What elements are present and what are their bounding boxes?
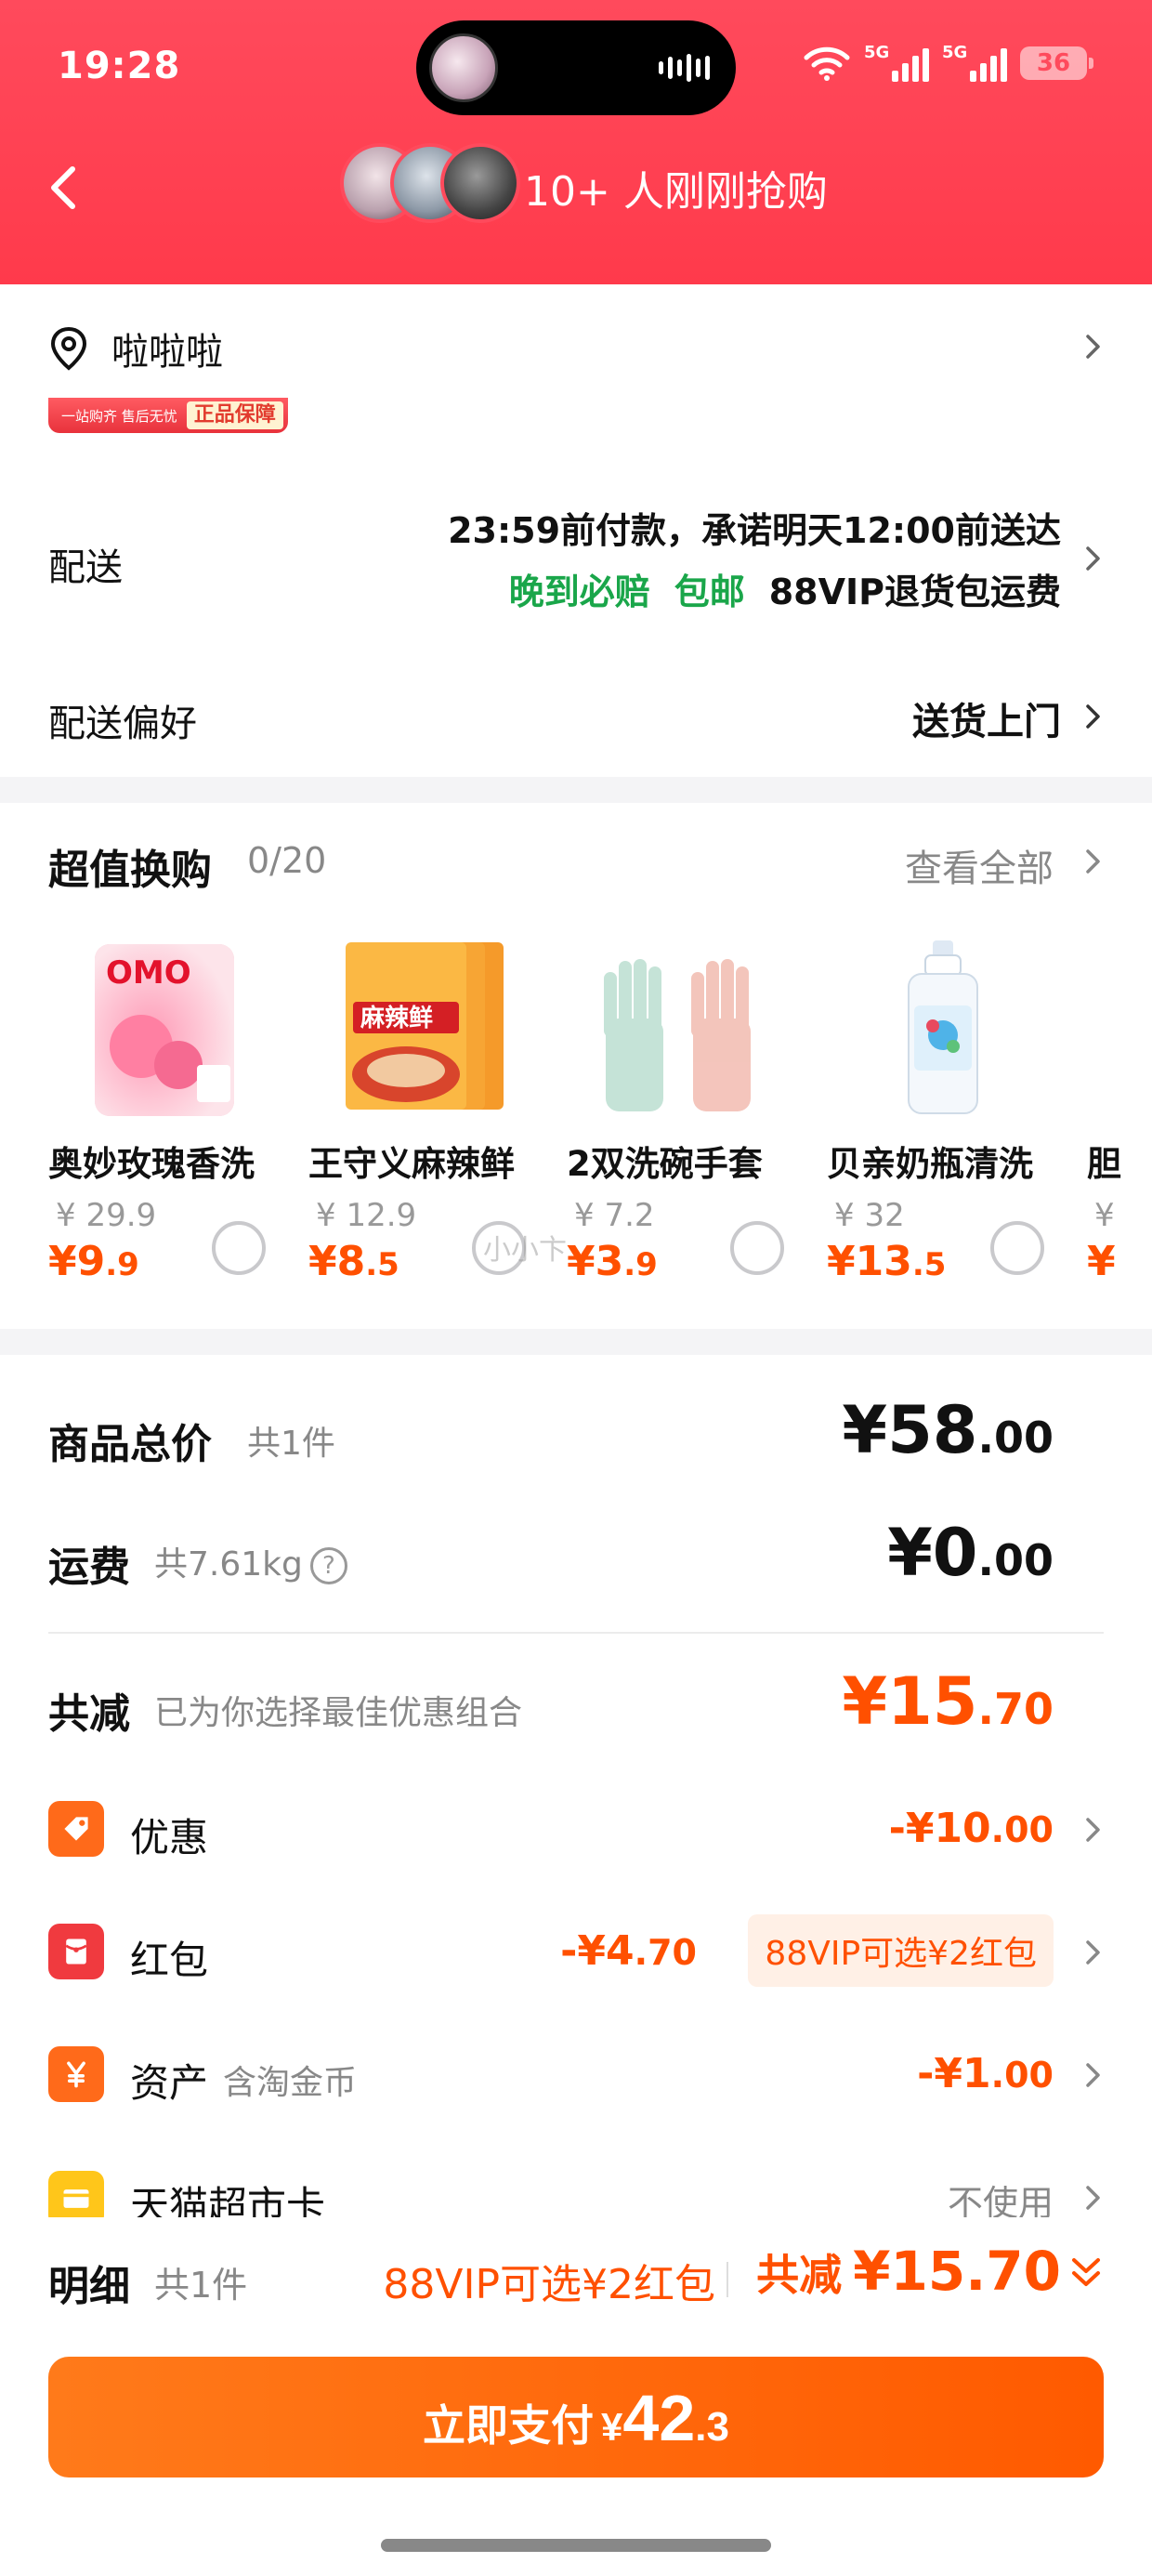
buyer-avatars <box>340 143 520 227</box>
chevron-right-icon[interactable] <box>1083 2182 1104 2214</box>
pay-now-button[interactable]: 立即支付 ¥ 42 .3 <box>48 2357 1104 2477</box>
red-packet-icon <box>48 1924 104 1979</box>
signal-icon-1: 5G <box>864 43 929 82</box>
signal-icon-2: 5G <box>942 43 1007 82</box>
help-icon[interactable]: ? <box>309 1547 347 1584</box>
assets-value[interactable]: -¥1.00 <box>917 2050 1054 2097</box>
freight-label: 运费 <box>48 1544 130 1591</box>
delivery-badges[interactable]: 晚到必赔 包邮 88VIP退货包运费 <box>509 563 1061 614</box>
chevron-right-icon[interactable] <box>1083 1814 1104 1846</box>
swap-product-card[interactable]: 胆 ¥ ¥ <box>1087 935 1152 1307</box>
product-swap-price: ¥13.5 <box>827 1238 947 1285</box>
product-original-price: ¥ 32 <box>834 1197 905 1234</box>
product-name: 胆 <box>1087 1144 1121 1184</box>
delivery-label: 配送 <box>48 546 123 589</box>
product-swap-price: ¥3.9 <box>567 1238 658 1285</box>
goods-total-label: 商品总价 <box>48 1421 212 1468</box>
total-reduce-value: ¥15.70 <box>842 1663 1054 1740</box>
divider <box>727 2262 728 2297</box>
product-image-pigeon <box>908 940 978 1114</box>
discount-value[interactable]: -¥10.00 <box>889 1805 1054 1852</box>
discount-label: 优惠 <box>130 1815 209 1860</box>
swap-products-list: OMO 奥妙玫瑰香洗 ¥ 29.9 ¥9.9 麻辣鲜 王守义麻辣鲜 ¥ 12.9… <box>48 935 1152 1316</box>
delivery-preference-label: 配送偏好 <box>48 703 197 745</box>
location-pin-icon <box>50 326 87 371</box>
double-chevron-down-icon[interactable] <box>1068 2253 1104 2293</box>
detail-count: 共1件 <box>154 2265 248 2306</box>
swap-section-title: 超值换购 <box>48 847 212 894</box>
section-divider <box>0 777 1152 803</box>
total-reduce-label: 共减 <box>48 1690 130 1738</box>
address-text: 啦啦啦 <box>111 331 223 374</box>
divider <box>48 1632 1104 1634</box>
freight-value: ¥0.00 <box>887 1515 1054 1591</box>
swap-count: 0/20 <box>247 840 327 881</box>
tag-icon <box>48 1801 104 1857</box>
chevron-right-icon[interactable] <box>1083 701 1104 732</box>
yen-icon <box>48 2046 104 2102</box>
red-packet-value[interactable]: -¥4.70 <box>560 1927 697 1975</box>
audio-wave-icon <box>659 52 710 84</box>
wifi-icon <box>804 46 850 81</box>
vip-red-packet-pill[interactable]: 88VIP可选¥2红包 <box>748 1914 1054 1987</box>
swap-product-card[interactable]: 贝亲奶瓶清洗 ¥ 32 ¥13.5 <box>827 935 1059 1307</box>
product-original-price: ¥ <box>1094 1197 1115 1234</box>
swap-product-card[interactable]: 2双洗碗手套 ¥ 7.2 ¥3.9 <box>567 935 799 1307</box>
chevron-right-icon[interactable] <box>1083 2059 1104 2091</box>
chevron-right-icon[interactable] <box>1083 543 1104 574</box>
delivery-preference-value[interactable]: 送货上门 <box>912 691 1061 745</box>
chevron-right-icon[interactable] <box>1083 846 1104 877</box>
select-radio[interactable] <box>212 1221 266 1275</box>
battery-icon: 36 <box>1020 46 1093 80</box>
goods-count: 共1件 <box>247 1425 335 1463</box>
select-radio[interactable] <box>730 1221 784 1275</box>
product-image-spice: 麻辣鲜 <box>346 942 504 1110</box>
product-image-gloves <box>604 959 751 1111</box>
detail-title: 明细 <box>48 2263 130 2310</box>
goods-total-value: ¥58.00 <box>842 1392 1054 1468</box>
svg-text:OMO: OMO <box>106 954 191 992</box>
island-avatar <box>429 33 498 102</box>
product-original-price: ¥ 12.9 <box>316 1197 417 1234</box>
product-original-price: ¥ 7.2 <box>574 1197 655 1234</box>
chevron-right-icon[interactable] <box>1083 331 1104 362</box>
avatar <box>440 143 520 223</box>
product-swap-price: ¥9.9 <box>48 1238 139 1285</box>
status-time: 19:28 <box>58 45 181 87</box>
freight-weight: 共7.61kg? <box>154 1537 347 1585</box>
vip-return-badge: 88VIP退货包运费 <box>768 572 1061 612</box>
product-image-omo: OMO <box>95 944 234 1116</box>
free-shipping-badge: 包邮 <box>674 572 745 612</box>
product-original-price: ¥ 29.9 <box>56 1197 157 1234</box>
swap-product-card[interactable]: OMO 奥妙玫瑰香洗 ¥ 29.9 ¥9.9 <box>48 935 281 1307</box>
detail-total[interactable]: 共减 ¥15.70 <box>756 2240 1061 2303</box>
address-row[interactable]: 啦啦啦 <box>48 316 1107 381</box>
chevron-right-icon[interactable] <box>1083 1937 1104 1968</box>
product-name: 奥妙玫瑰香洗 <box>48 1144 255 1184</box>
delivery-promise[interactable]: 23:59前付款，承诺明天12:00前送达 <box>448 502 1061 553</box>
product-name: 2双洗碗手套 <box>567 1144 763 1184</box>
total-reduce-note: 已为你选择最佳优惠组合 <box>154 1694 523 1732</box>
detail-vip-text[interactable]: 88VIP可选¥2红包 <box>383 2251 715 2310</box>
back-arrow-icon[interactable] <box>43 160 89 216</box>
watermark: 小小卞 <box>483 1234 567 1267</box>
svg-text:麻辣鲜: 麻辣鲜 <box>360 1004 433 1032</box>
guarantee-banner: 一站购齐 售后无忧 正品保障 <box>48 398 288 433</box>
late-compensation-badge: 晚到必赔 <box>508 572 650 612</box>
section-divider <box>0 1329 1152 1355</box>
status-icons: 5G 5G 36 <box>803 43 1093 82</box>
product-name: 王守义麻辣鲜 <box>308 1144 515 1184</box>
header-bar: 19:28 5G 5G 36 10+ 人刚刚抢购 <box>0 0 1152 284</box>
recent-buyers-text: 10+ 人刚刚抢购 <box>524 168 828 216</box>
assets-label: 资产 <box>130 2060 209 2106</box>
dynamic-island <box>416 20 736 115</box>
red-packet-label: 红包 <box>130 1938 209 1983</box>
product-swap-price: ¥ <box>1087 1238 1116 1285</box>
assets-note: 含淘金币 <box>223 2064 358 2102</box>
product-name: 贝亲奶瓶清洗 <box>827 1144 1033 1184</box>
home-indicator[interactable] <box>381 2539 771 2552</box>
see-all-link[interactable]: 查看全部 <box>905 838 1054 892</box>
product-swap-price: ¥8.5 <box>308 1238 399 1285</box>
select-radio[interactable] <box>990 1221 1044 1275</box>
